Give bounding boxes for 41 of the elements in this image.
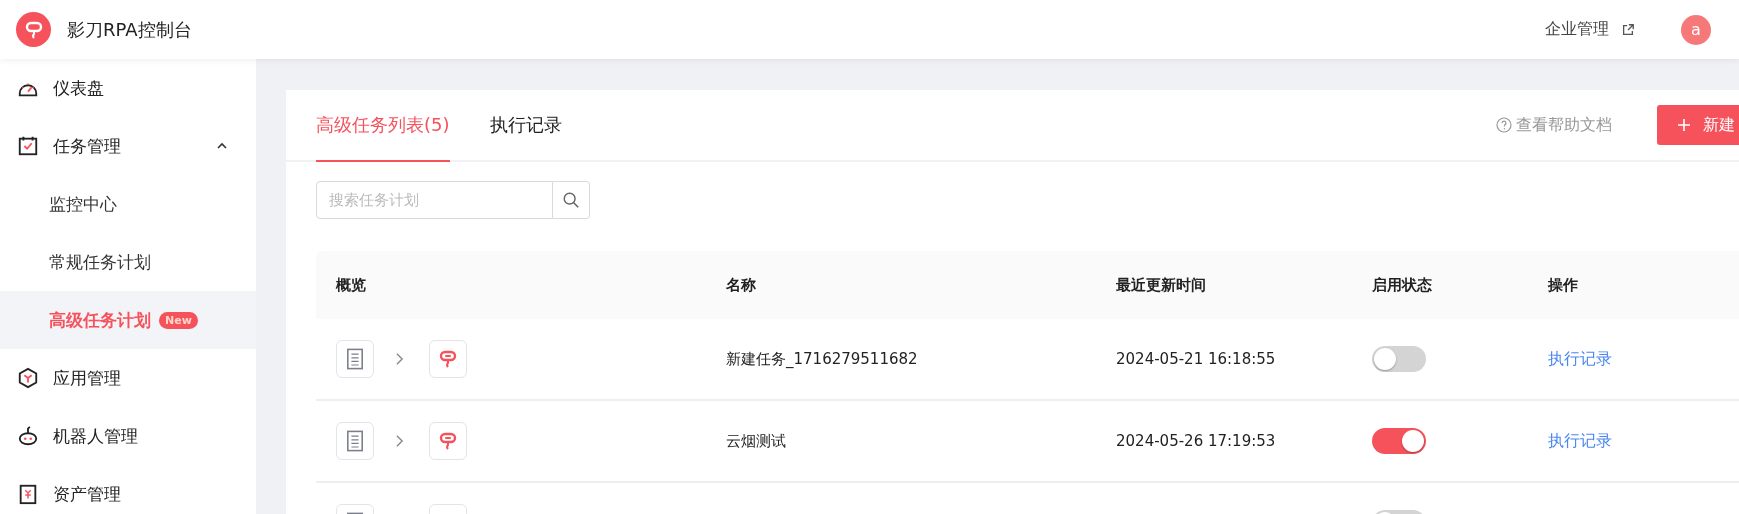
sidebar-item[interactable]: 仪表盘 xyxy=(0,59,256,117)
sidebar-subitem[interactable]: 常规任务计划 xyxy=(0,233,256,291)
task-name: 云烟测试 xyxy=(726,431,786,451)
robot-logo-icon xyxy=(429,422,467,460)
sidebar-subitem[interactable]: 监控中心 xyxy=(0,175,256,233)
help-icon xyxy=(1496,117,1512,133)
search-field[interactable]: 搜索任务计划 xyxy=(316,181,553,219)
sidebar-item[interactable]: 任务管理 xyxy=(0,117,256,175)
tab[interactable]: 执行记录 xyxy=(489,90,562,162)
document-icon xyxy=(336,422,374,460)
column-header: 名称 xyxy=(725,275,757,295)
hexagon-icon xyxy=(17,367,39,389)
asset-icon xyxy=(17,483,39,505)
chevron-right-icon xyxy=(395,352,404,366)
sidebar-item[interactable]: 机器人管理 xyxy=(0,407,256,465)
column-header: 操作 xyxy=(1547,275,1579,295)
execution-log-link[interactable]: 执行记录 xyxy=(1548,348,1612,370)
enable-switch[interactable] xyxy=(1372,428,1426,454)
robot-logo-icon xyxy=(429,340,467,378)
calendar-check-icon xyxy=(17,135,39,157)
app-title: 影刀RPA控制台 xyxy=(67,17,192,42)
sidebar-item[interactable]: 应用管理 xyxy=(0,349,256,407)
update-time: 2024-05-21 16:18:55 xyxy=(1116,350,1276,368)
robot-icon xyxy=(17,425,39,447)
sidebar-item[interactable]: 资产管理 xyxy=(0,465,256,514)
column-header: 启用状态 xyxy=(1371,275,1433,295)
update-time: 2024-05-26 17:19:53 xyxy=(1116,432,1276,450)
column-header: 最近更新时间 xyxy=(1115,275,1207,295)
column-header: 概览 xyxy=(334,275,367,295)
logo-icon xyxy=(16,12,51,47)
search-button[interactable] xyxy=(553,181,590,219)
enterprise-link[interactable]: 企业管理 xyxy=(1545,19,1609,40)
chevron-right-icon xyxy=(395,434,404,448)
document-icon xyxy=(336,340,374,378)
new-badge: New xyxy=(159,311,198,329)
search-icon xyxy=(562,191,580,209)
execution-log-link[interactable]: 执行记录 xyxy=(1548,430,1612,452)
plus-icon xyxy=(1677,118,1691,132)
external-link-icon xyxy=(1621,22,1635,37)
enable-switch[interactable] xyxy=(1372,346,1426,372)
task-name: 新建任务_1716279511682 xyxy=(726,349,918,369)
